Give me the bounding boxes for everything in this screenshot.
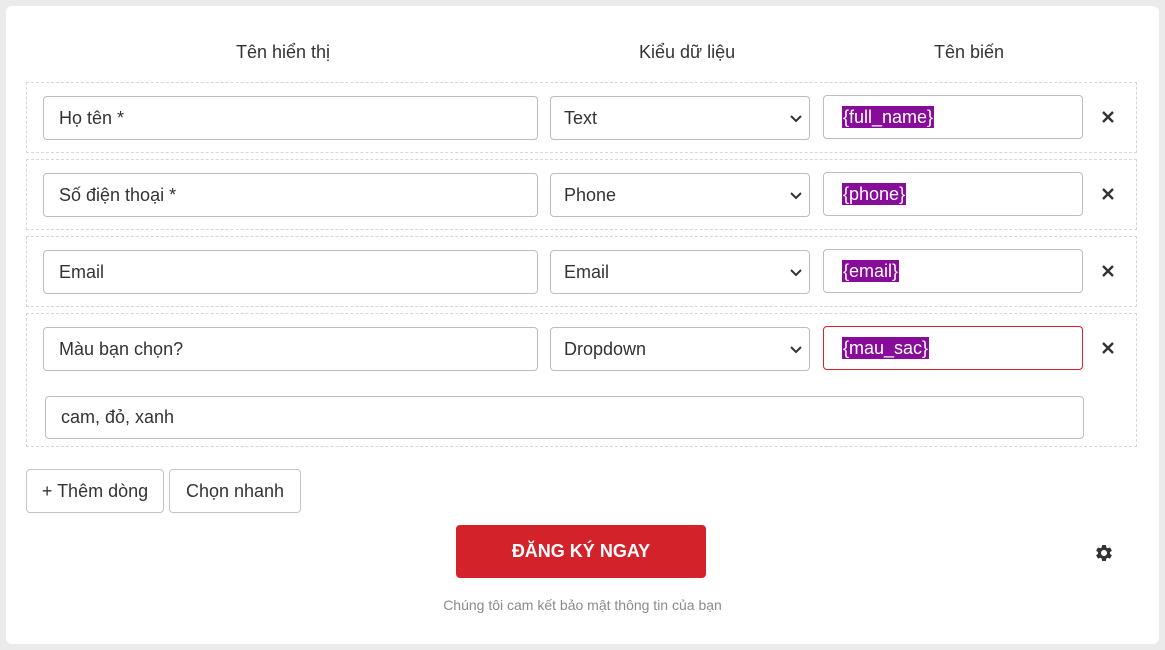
label-input[interactable]: Số điện thoại * <box>43 173 538 217</box>
chevron-down-icon <box>790 269 802 277</box>
variable-token: {full_name} <box>842 106 935 128</box>
gear-icon[interactable] <box>1094 543 1114 563</box>
header-data-type: Kiểu dữ liệu <box>639 42 736 62</box>
chevron-down-icon <box>790 192 802 200</box>
remove-row-button[interactable] <box>1097 183 1119 205</box>
label-input[interactable]: Email <box>43 250 538 294</box>
label-input-value: Màu bạn chọn? <box>59 338 184 359</box>
options-input-value: cam, đỏ, xanh <box>61 407 175 427</box>
close-icon <box>1102 188 1114 200</box>
label-input[interactable]: Màu bạn chọn? <box>43 327 538 371</box>
type-select[interactable]: Text <box>550 96 810 140</box>
variable-token: {mau_sac} <box>842 337 930 359</box>
label-input-value: Họ tên * <box>59 107 125 128</box>
variable-input[interactable]: {email} <box>823 249 1083 293</box>
header-variable-name: Tên biến <box>934 42 1005 62</box>
variable-input[interactable]: {phone} <box>823 172 1083 216</box>
variable-token: {phone} <box>842 183 907 205</box>
remove-row-button[interactable] <box>1097 337 1119 359</box>
type-select-value: Dropdown <box>564 338 647 359</box>
submit-button[interactable]: ĐĂNG KÝ NGAY <box>456 525 706 578</box>
type-select-value: Phone <box>564 184 617 205</box>
header-display-name: Tên hiển thị <box>236 42 331 62</box>
label-input-value: Email <box>59 261 105 282</box>
variable-token: {email} <box>842 260 900 282</box>
variable-input[interactable]: {mau_sac} <box>823 326 1083 370</box>
chevron-down-icon <box>790 115 802 123</box>
label-input-value: Số điện thoại * <box>59 184 177 205</box>
variable-input[interactable]: {full_name} <box>823 95 1083 139</box>
type-select[interactable]: Dropdown <box>550 327 810 371</box>
close-icon <box>1102 111 1114 123</box>
close-icon <box>1102 342 1114 354</box>
chevron-down-icon <box>790 346 802 354</box>
type-select-value: Text <box>564 107 598 128</box>
options-input[interactable]: cam, đỏ, xanh <box>45 396 1084 439</box>
close-icon <box>1102 265 1114 277</box>
type-select[interactable]: Email <box>550 250 810 294</box>
remove-row-button[interactable] <box>1097 260 1119 282</box>
type-select-value: Email <box>564 261 610 282</box>
remove-row-button[interactable] <box>1097 106 1119 128</box>
type-select[interactable]: Phone <box>550 173 810 217</box>
add-row-button[interactable]: + Thêm dòng <box>26 469 164 513</box>
quick-pick-button[interactable]: Chọn nhanh <box>169 469 301 513</box>
privacy-note: Chúng tôi cam kết bảo mật thông tin của … <box>443 597 722 613</box>
label-input[interactable]: Họ tên * <box>43 96 538 140</box>
